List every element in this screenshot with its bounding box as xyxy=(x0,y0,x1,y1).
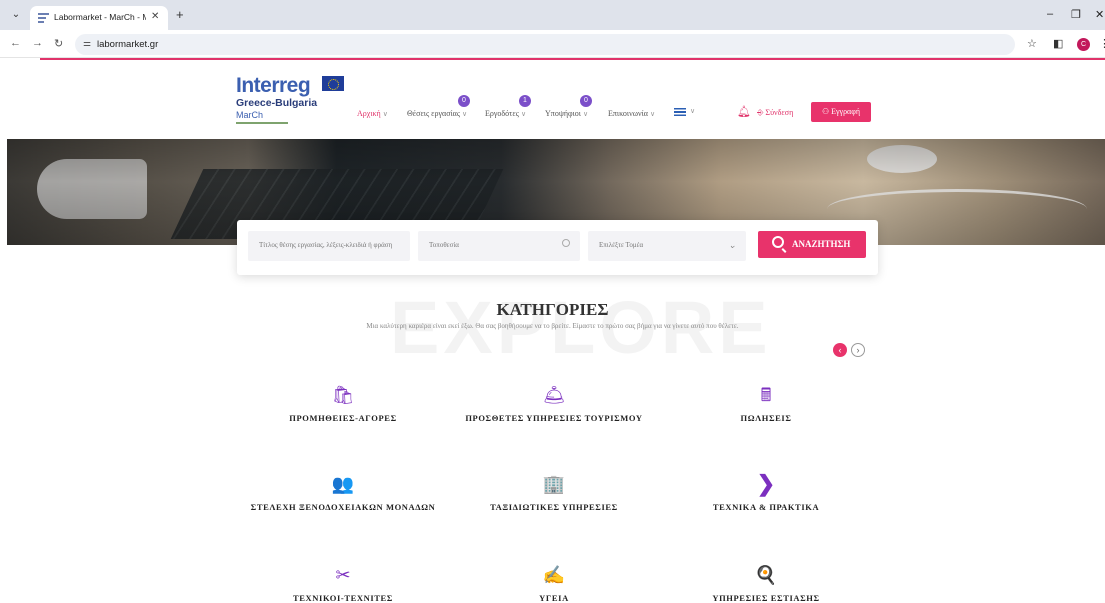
sector-placeholder: Επιλέξτε Τομέα xyxy=(599,241,644,249)
locate-icon[interactable] xyxy=(562,239,570,247)
browser-menu-icon[interactable]: ⋮ xyxy=(1099,37,1105,50)
cash-register-icon: 🖩 xyxy=(760,385,772,405)
room-service-icon: 🛎 xyxy=(542,385,566,405)
header-accent-line xyxy=(40,58,1105,60)
category-card[interactable]: 🖩 ΠΩΛΗΣΕΙΣ xyxy=(636,383,896,423)
nav-candidates-label: Υποψήφιοι xyxy=(545,109,581,118)
nav-jobs[interactable]: Θέσεις εργασίας ∨ xyxy=(407,109,467,118)
logo-tagline-bar xyxy=(236,122,288,124)
restore-icon[interactable]: ❐ xyxy=(1071,8,1081,21)
categories-subtitle: Μια καλύτερη καριέρα είναι εκεί έξω. Θα … xyxy=(366,322,739,330)
sector-select[interactable]: Επιλέξτε Τομέα ⌄ xyxy=(588,231,746,261)
nav-home[interactable]: Αρχική ∨ xyxy=(357,109,388,118)
bookmark-star-icon[interactable]: ☆ xyxy=(1027,37,1037,50)
nav-employers-label: Εργοδότες xyxy=(485,109,519,118)
back-icon[interactable]: ← xyxy=(10,37,21,49)
new-tab-icon[interactable]: + xyxy=(176,7,184,22)
carousel-prev-button[interactable]: ‹ xyxy=(833,343,847,357)
chevron-down-icon[interactable]: ∨ xyxy=(690,107,695,115)
shopping-bag-icon: 🛍 xyxy=(331,385,355,405)
login-link[interactable]: ⎆ Σύνδεση xyxy=(757,108,793,118)
location-placeholder: Τοποθεσία xyxy=(429,241,459,249)
chevron-down-icon: ⌄ xyxy=(728,240,736,250)
chevron-down-icon: ∨ xyxy=(382,110,388,118)
user-add-icon: ⚇ xyxy=(821,107,832,116)
eu-flag-icon xyxy=(322,76,344,91)
location-input[interactable]: Τοποθεσία xyxy=(418,231,580,261)
login-label: Σύνδεση xyxy=(765,108,794,117)
categories-title: ΚΑΤΗΓΟΡΙΕΣ xyxy=(496,300,609,319)
chevron-down-icon: ∨ xyxy=(649,110,656,118)
logo-program: Greece-Bulgaria xyxy=(236,97,318,109)
search-icon xyxy=(772,236,784,248)
category-card[interactable]: ❯ ΤΕΧΝΙΚΑ & ΠΡΑΚΤΙΚΑ xyxy=(636,471,896,513)
nav-contact[interactable]: Επικοινωνία ∨ xyxy=(608,109,655,118)
kitchen-icon: 🍳 xyxy=(754,565,778,585)
register-button[interactable]: ⚇ Εγγραφή xyxy=(811,102,871,122)
minimize-icon[interactable]: – xyxy=(1047,8,1053,20)
logo-brand: Interreg xyxy=(236,74,311,97)
forward-icon[interactable]: → xyxy=(32,37,43,49)
tools-icon: ✂ xyxy=(335,565,351,585)
job-search-form: Τίτλος θέσης εργασίας, λέξεις-κλειδιά ή … xyxy=(237,220,878,275)
tab-close-icon[interactable]: ✕ xyxy=(151,11,159,22)
category-card[interactable]: 🍳 ΥΠΗΡΕΣΙΕΣ ΕΣΤΙΑΣΗΣ xyxy=(636,563,896,603)
chevron-right-icon: › xyxy=(856,345,860,355)
search-button-label: ΑΝΑΖΗΤΗΣΗ xyxy=(792,239,851,249)
team-icon: 👥 xyxy=(331,474,355,494)
health-hand-icon: ✍ xyxy=(542,565,566,585)
close-window-icon[interactable]: ✕ xyxy=(1095,8,1104,21)
logo-project: MarCh xyxy=(236,110,264,120)
side-panel-icon[interactable]: ◧ xyxy=(1053,37,1063,50)
keyword-placeholder: Τίτλος θέσης εργασίας, λέξεις-κλειδιά ή … xyxy=(259,241,393,249)
tab-title: Labormarket - MarCh - Market xyxy=(54,12,146,22)
chevron-down-icon: ∨ xyxy=(582,110,589,118)
nav-contact-label: Επικοινωνία xyxy=(608,109,648,118)
nav-jobs-label: Θέσεις εργασίας xyxy=(407,109,461,118)
profile-avatar[interactable]: C xyxy=(1077,38,1090,51)
chevron-down-icon: ∨ xyxy=(462,110,468,118)
jobs-count-badge: 0 xyxy=(458,95,470,107)
carousel-next-button[interactable]: › xyxy=(851,343,865,357)
site-logo[interactable]: Interreg Greece-Bulgaria MarCh xyxy=(236,74,346,124)
category-label: ΥΠΗΡΕΣΙΕΣ ΕΣΤΙΑΣΗΣ xyxy=(712,593,820,603)
browser-tab[interactable]: Labormarket - MarCh - Market ✕ xyxy=(30,6,168,30)
employers-count-badge: 1 xyxy=(519,95,531,107)
candidates-count-badge: 0 xyxy=(580,95,592,107)
map-building-icon: 🏢 xyxy=(542,474,566,494)
category-label: ΤΕΧΝΙΚΑ & ΠΡΑΚΤΙΚΑ xyxy=(712,502,820,512)
nav-home-label: Αρχική xyxy=(357,109,381,118)
address-bar-row: ← → ↻ ⚌ labormarket.gr ☆ ◧ C ⋮ xyxy=(0,30,1105,58)
search-button[interactable]: ΑΝΑΖΗΤΗΣΗ xyxy=(758,231,866,258)
category-label: ΠΩΛΗΣΕΙΣ xyxy=(740,413,792,423)
favicon-icon xyxy=(38,13,49,23)
nav-candidates[interactable]: Υποψήφιοι ∨ xyxy=(545,109,588,118)
greek-flag-icon[interactable] xyxy=(674,108,686,116)
chevron-down-icon: ∨ xyxy=(520,110,527,118)
keyword-input[interactable]: Τίτλος θέσης εργασίας, λέξεις-κλειδιά ή … xyxy=(248,231,410,261)
browser-tab-bar: ⌄ Labormarket - MarCh - Market ✕ + – ❐ ✕ xyxy=(0,0,1105,30)
register-label: Εγγραφή xyxy=(831,107,861,116)
chevron-left-icon: ‹ xyxy=(838,345,842,355)
url-field[interactable]: ⚌ labormarket.gr xyxy=(75,34,1015,55)
site-info-icon[interactable]: ⚌ xyxy=(83,38,91,49)
chevron-right-icon: ❯ xyxy=(756,471,776,496)
reload-icon[interactable]: ↻ xyxy=(54,37,63,50)
url-text: labormarket.gr xyxy=(97,39,159,50)
nav-employers[interactable]: Εργοδότες ∨ xyxy=(485,109,526,118)
bell-icon[interactable]: 🔔︎ xyxy=(737,105,751,118)
tab-list-chevron-icon[interactable]: ⌄ xyxy=(8,8,24,22)
